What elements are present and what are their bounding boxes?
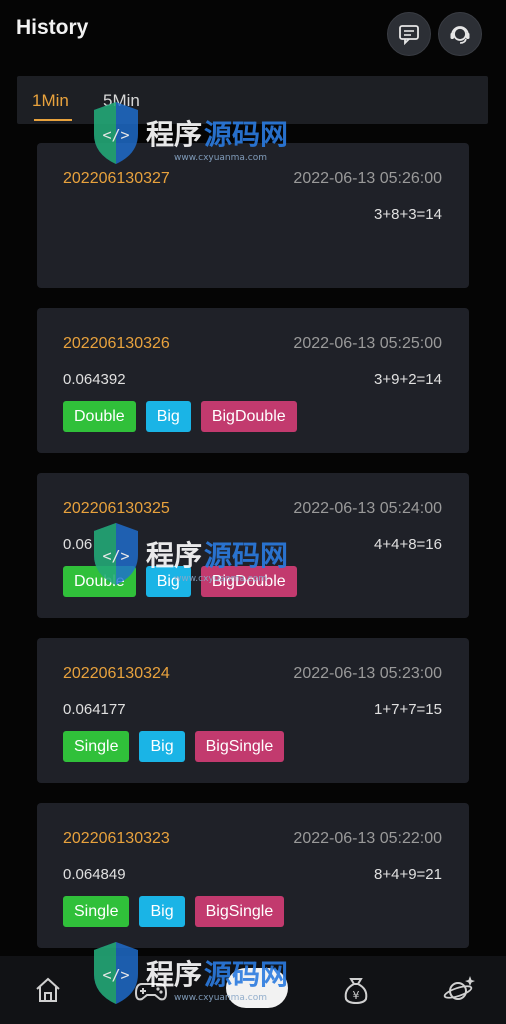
svg-text:¥: ¥ <box>353 989 360 1002</box>
tag-size: Big <box>139 896 185 927</box>
svg-text:源码网: 源码网 <box>204 118 288 151</box>
watermark: </> 程序 源码网 www.cxyuanma.com <box>86 513 316 597</box>
home-icon <box>36 977 60 1002</box>
customer-service-button[interactable] <box>438 12 482 56</box>
draw-time: 2022-06-13 05:22:00 <box>293 830 442 847</box>
nav-home[interactable] <box>28 970 68 1010</box>
history-record[interactable]: 202206130323 2022-06-13 05:22:00 0.06484… <box>37 803 469 948</box>
svg-text:</>: </> <box>102 547 129 565</box>
draw-time: 2022-06-13 05:23:00 <box>293 665 442 682</box>
customer-service-icon <box>450 26 470 44</box>
watermark: </> 程序 源码网 www.cxyuanma.com <box>86 932 316 1016</box>
svg-text:www.cxyuanma.com: www.cxyuanma.com <box>174 574 267 584</box>
planet-icon <box>443 976 475 1000</box>
shield-code-logo: </> 程序 源码网 www.cxyuanma.com <box>94 942 288 1004</box>
svg-text:程序: 程序 <box>146 118 202 151</box>
result-tags: Single Big BigSingle <box>63 896 285 927</box>
history-record[interactable]: 202206130326 2022-06-13 05:25:00 0.06439… <box>37 308 469 453</box>
result-hash: 0.064177 <box>63 701 126 718</box>
svg-text:源码网: 源码网 <box>204 958 288 991</box>
shield-code-logo: </> 程序 源码网 www.cxyuanma.com <box>94 102 288 164</box>
result-sum: 1+7+7=15 <box>374 701 442 718</box>
period-number: 202206130323 <box>63 830 170 847</box>
history-record[interactable]: 202206130324 2022-06-13 05:23:00 0.06417… <box>37 638 469 783</box>
message-button[interactable] <box>387 12 431 56</box>
result-tags: Single Big BigSingle <box>63 731 285 762</box>
result-hash: 0.064392 <box>63 371 126 388</box>
active-tab-indicator <box>34 119 72 121</box>
tag-parity: Single <box>63 896 130 927</box>
shield-code-logo: </> 程序 源码网 www.cxyuanma.com <box>94 523 288 585</box>
tag-size: Big <box>139 731 185 762</box>
draw-time: 2022-06-13 05:25:00 <box>293 335 442 352</box>
tag-parity: Single <box>63 731 130 762</box>
svg-text:源码网: 源码网 <box>204 539 288 572</box>
svg-text:</>: </> <box>102 126 129 144</box>
result-tags: Double Big BigDouble <box>63 401 297 432</box>
tag-combo: BigDouble <box>200 401 297 432</box>
period-number: 202206130324 <box>63 665 170 682</box>
svg-text:www.cxyuanma.com: www.cxyuanma.com <box>174 153 267 163</box>
period-number: 202206130326 <box>63 335 170 352</box>
money-bag-icon: ¥ <box>344 978 368 1005</box>
tag-combo: BigSingle <box>194 731 285 762</box>
svg-text:www.cxyuanma.com: www.cxyuanma.com <box>174 993 267 1003</box>
svg-text:程序: 程序 <box>146 539 202 572</box>
result-sum: 4+4+8=16 <box>374 536 442 553</box>
tag-parity: Double <box>63 401 136 432</box>
top-bar: History <box>0 0 506 68</box>
page-title: History <box>16 16 89 39</box>
tab-1min[interactable]: 1Min <box>32 91 69 111</box>
svg-text:</>: </> <box>102 966 129 984</box>
result-sum: 8+4+9=21 <box>374 866 442 883</box>
result-sum: 3+8+3=14 <box>374 206 442 223</box>
watermark: </> 程序 源码网 www.cxyuanma.com <box>86 92 316 176</box>
nav-account[interactable] <box>440 970 480 1010</box>
nav-wallet[interactable]: ¥ <box>336 970 376 1010</box>
result-hash: 0.064849 <box>63 866 126 883</box>
tag-size: Big <box>145 401 191 432</box>
result-sum: 3+9+2=14 <box>374 371 442 388</box>
message-icon <box>399 25 419 45</box>
svg-text:程序: 程序 <box>146 958 202 991</box>
tag-combo: BigSingle <box>194 896 285 927</box>
